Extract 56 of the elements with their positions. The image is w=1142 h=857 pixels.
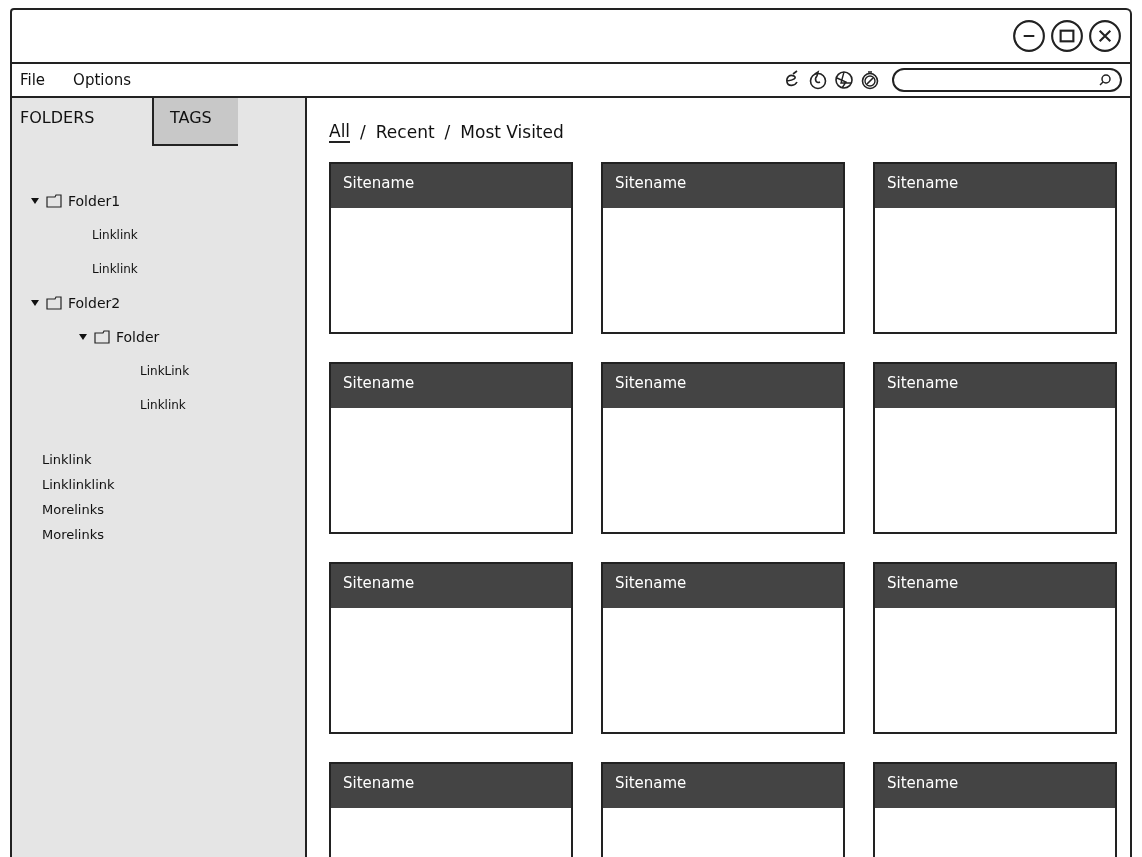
- sidebar-link[interactable]: Morelinks: [42, 502, 104, 517]
- filter-tab[interactable]: Most Visited: [460, 122, 564, 142]
- site-card[interactable]: Sitename: [873, 162, 1117, 334]
- folder-icon: [46, 194, 62, 208]
- tree-link[interactable]: Linklink: [92, 228, 138, 242]
- sidebar-tab[interactable]: TAGS: [152, 98, 238, 146]
- site-card[interactable]: Sitename: [329, 762, 573, 857]
- site-title: Sitename: [331, 764, 571, 808]
- site-title: Sitename: [331, 564, 571, 608]
- swirl-circle-icon[interactable]: [834, 70, 854, 90]
- site-card[interactable]: Sitename: [329, 562, 573, 734]
- site-title: Sitename: [875, 564, 1115, 608]
- site-card[interactable]: Sitename: [873, 362, 1117, 534]
- tree-link[interactable]: LinkLink: [140, 364, 190, 378]
- separator: /: [444, 122, 451, 142]
- compass-icon[interactable]: [860, 70, 880, 90]
- folder-icon: [94, 330, 110, 344]
- site-card[interactable]: Sitename: [873, 562, 1117, 734]
- search-field[interactable]: [892, 68, 1122, 92]
- separator: /: [360, 122, 366, 142]
- site-title: Sitename: [603, 564, 843, 608]
- site-title: Sitename: [603, 764, 843, 808]
- site-title: Sitename: [875, 164, 1115, 208]
- site-title: Sitename: [875, 364, 1115, 408]
- menu-item[interactable]: Options: [73, 71, 131, 89]
- filter-tab[interactable]: All: [329, 121, 351, 143]
- sidebar-link[interactable]: Linklinklink: [42, 477, 115, 492]
- folder-label[interactable]: Folder: [116, 329, 160, 345]
- site-card[interactable]: Sitename: [601, 362, 845, 534]
- folder-label[interactable]: Folder2: [68, 295, 121, 311]
- expand-arrow-icon[interactable]: [30, 298, 40, 308]
- site-card[interactable]: Sitename: [329, 162, 573, 334]
- site-card[interactable]: Sitename: [601, 762, 845, 857]
- site-title: Sitename: [875, 764, 1115, 808]
- expand-arrow-icon[interactable]: [78, 332, 88, 342]
- site-title: Sitename: [603, 164, 843, 208]
- site-title: Sitename: [331, 164, 571, 208]
- site-card[interactable]: Sitename: [329, 362, 573, 534]
- sidebar-link[interactable]: Linklink: [42, 452, 92, 467]
- maximize-button[interactable]: [1050, 19, 1084, 53]
- tree-link[interactable]: Linklink: [140, 398, 186, 412]
- close-button[interactable]: [1088, 19, 1122, 53]
- folder-label[interactable]: Folder1: [68, 193, 121, 209]
- folder-icon: [46, 296, 62, 310]
- site-card[interactable]: Sitename: [601, 562, 845, 734]
- site-title: Sitename: [331, 364, 571, 408]
- site-card[interactable]: Sitename: [601, 162, 845, 334]
- minimize-button[interactable]: [1012, 19, 1046, 53]
- site-card[interactable]: Sitename: [873, 762, 1117, 857]
- search-icon: [1098, 73, 1112, 87]
- tree-link[interactable]: Linklink: [92, 262, 138, 276]
- filter-tab[interactable]: Recent: [375, 122, 435, 142]
- sidebar-link[interactable]: Morelinks: [42, 527, 104, 542]
- site-title: Sitename: [603, 364, 843, 408]
- menu-item[interactable]: File: [20, 71, 46, 89]
- expand-arrow-icon[interactable]: [30, 196, 40, 206]
